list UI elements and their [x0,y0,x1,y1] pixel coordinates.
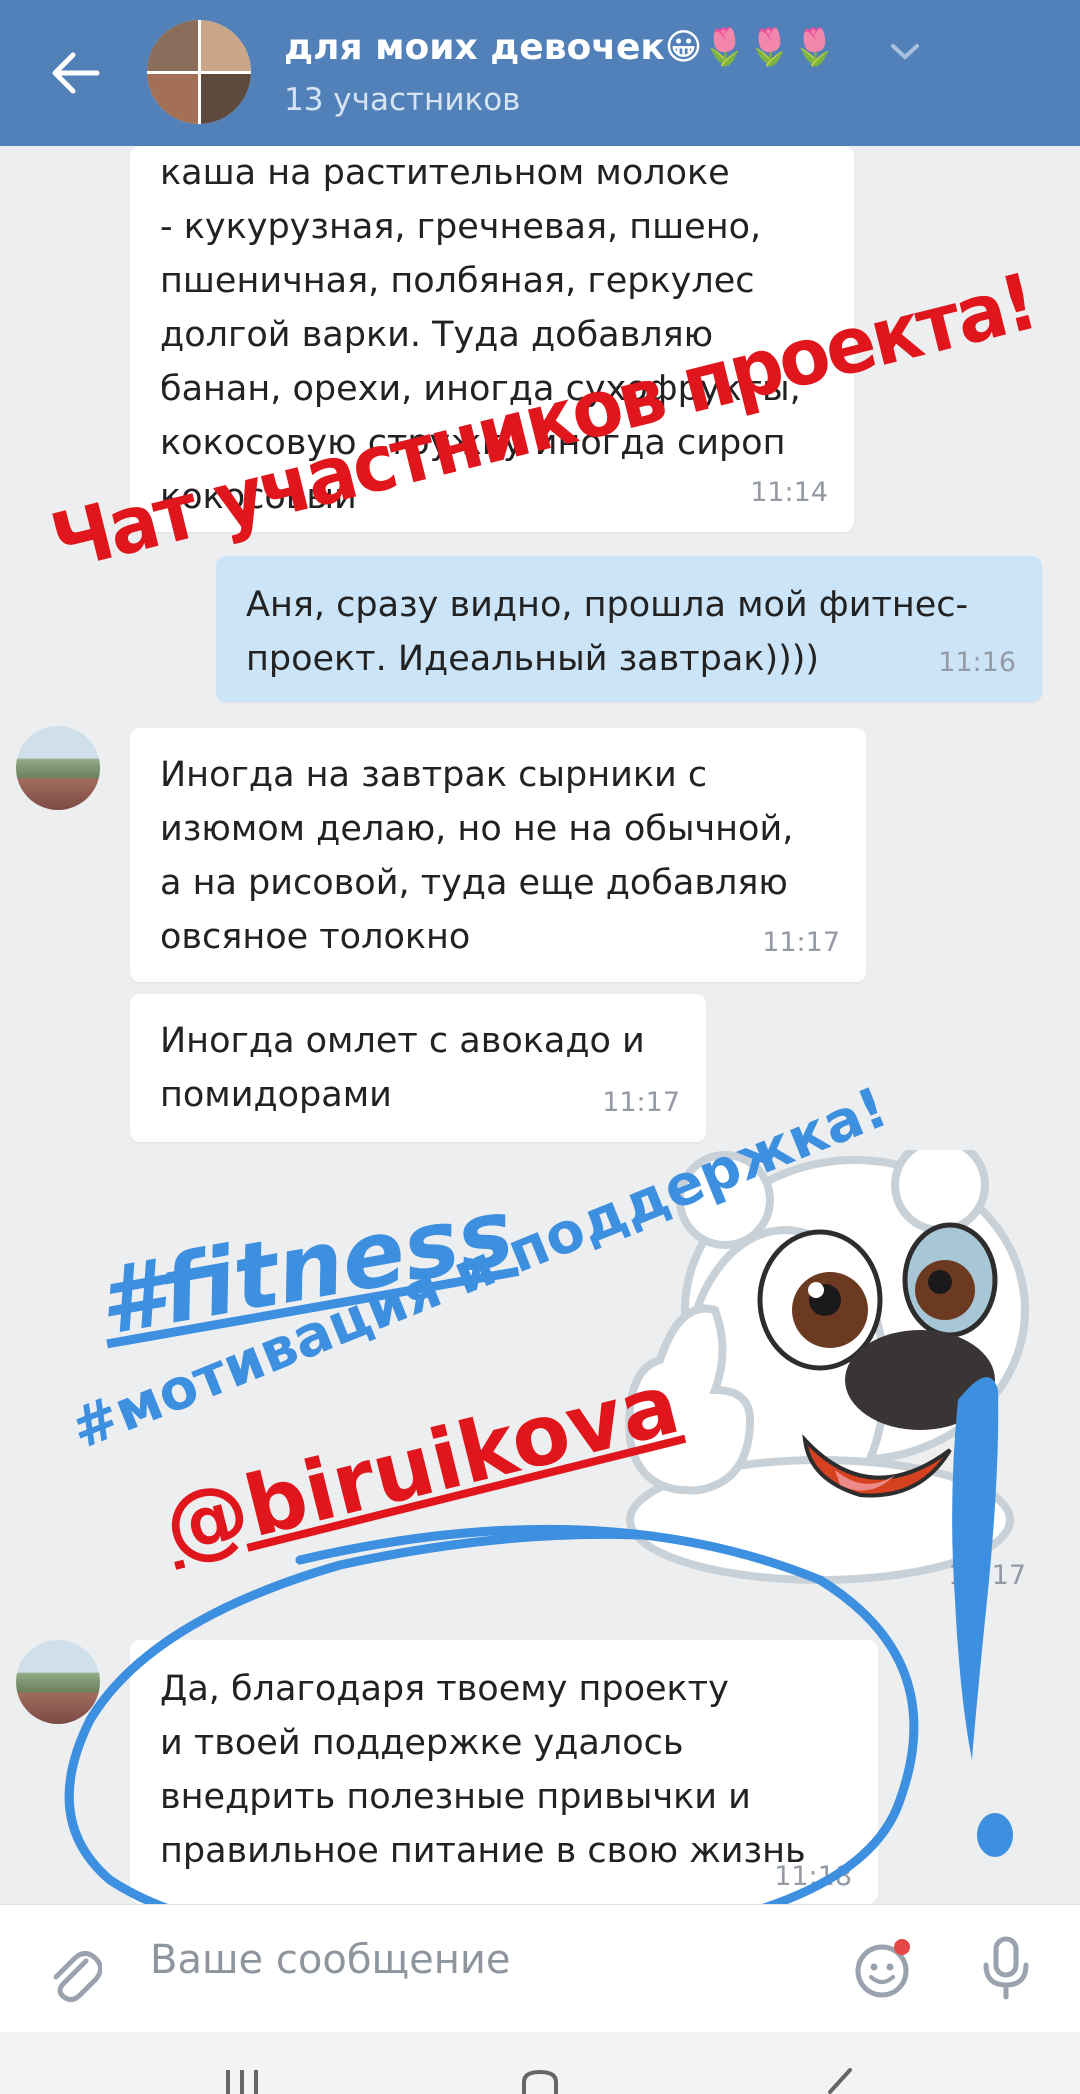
microphone-icon[interactable] [978,1935,1034,2001]
message-input[interactable]: Ваше сообщение [150,1937,511,1983]
system-navigation-bar [0,2032,1080,2094]
recent-apps-icon[interactable] [222,2066,262,2094]
home-icon[interactable] [518,2068,562,2094]
hand-drawn-circle-annotation [64,1377,1013,1952]
back-nav-icon[interactable] [822,2066,856,2094]
smiley-icon[interactable] [852,1937,916,2001]
message-composer: Ваше сообщение [0,1904,1080,2033]
paperclip-icon[interactable] [46,1943,102,2003]
